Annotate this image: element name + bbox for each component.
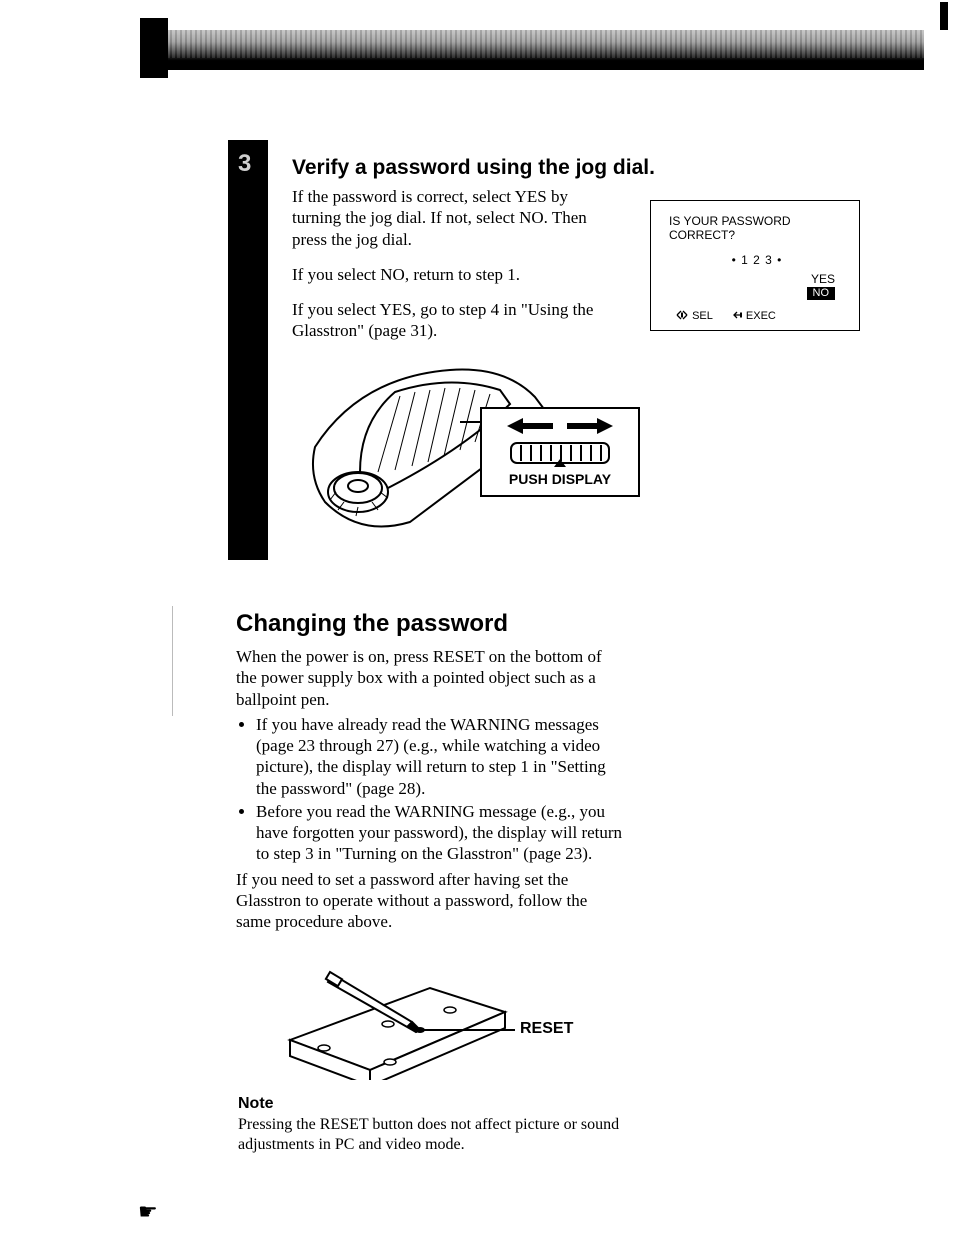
- osd-yes-no: YES NO: [669, 273, 845, 301]
- osd-legend: SEL EXEC: [669, 310, 845, 322]
- section-bullets: If you have already read the WARNING mes…: [236, 714, 626, 865]
- step-paragraph-1: If the password is correct, select YES b…: [292, 186, 612, 250]
- jog-turn-icon: [675, 310, 689, 320]
- section-bullet-2: Before you read the WARNING message (e.g…: [256, 801, 626, 865]
- osd-no-selected: NO: [807, 287, 836, 300]
- scan-corner-nub: [140, 18, 168, 78]
- step-body: If the password is correct, select YES b…: [292, 186, 612, 356]
- jog-dial-strip-icon: [505, 440, 615, 468]
- jog-callout-label: PUSH DISPLAY: [490, 471, 630, 487]
- note-body: Pressing the RESET button does not affec…: [238, 1115, 643, 1155]
- step-paragraph-2: If you select NO, return to step 1.: [292, 264, 612, 285]
- reset-illustration: RESET: [270, 970, 600, 1080]
- scan-edge-mark: [940, 2, 948, 30]
- scan-noise-bar: [140, 30, 924, 70]
- osd-legend-sel: SEL: [675, 310, 713, 322]
- jog-rotate-arrows-icon: [505, 415, 615, 437]
- osd-legend-exec: EXEC: [731, 310, 776, 322]
- section-heading: Changing the password: [236, 610, 626, 638]
- manual-page: 3 Verify a password using the jog dial. …: [0, 0, 954, 1233]
- section-bullet-1: If you have already read the WARNING mes…: [256, 714, 626, 799]
- reset-label: RESET: [520, 1020, 573, 1038]
- note-heading: Note: [238, 1095, 643, 1113]
- osd-question-line1: IS YOUR PASSWORD: [669, 214, 791, 228]
- changing-password-section: Changing the password When the power is …: [236, 610, 626, 936]
- note-block: Note Pressing the RESET button does not …: [238, 1095, 643, 1155]
- section-intro: When the power is on, press RESET on the…: [236, 646, 626, 710]
- device-jog-illustration: PUSH DISPLAY: [300, 352, 640, 552]
- osd-screen: IS YOUR PASSWORD CORRECT? • 1 2 3 • YES …: [650, 200, 860, 331]
- osd-legend-exec-text: EXEC: [746, 310, 776, 322]
- step-number: 3: [228, 140, 268, 178]
- step-paragraph-3: If you select YES, go to step 4 in "Usin…: [292, 299, 612, 342]
- osd-question-line2: CORRECT?: [669, 228, 735, 242]
- osd-legend-sel-text: SEL: [692, 310, 713, 322]
- jog-dial-callout: PUSH DISPLAY: [480, 407, 640, 497]
- page-corner-mark: ☛: [138, 1199, 158, 1225]
- scan-thin-line: [172, 606, 173, 716]
- osd-question: IS YOUR PASSWORD CORRECT?: [669, 215, 845, 243]
- step-number-vertical-bar: 3: [228, 140, 268, 560]
- jog-push-icon: [731, 310, 743, 320]
- osd-password-value: • 1 2 3 •: [669, 253, 845, 267]
- step-title: Verify a password using the jog dial.: [292, 156, 655, 180]
- section-outro: If you need to set a password after havi…: [236, 869, 626, 933]
- osd-yes: YES: [811, 272, 835, 286]
